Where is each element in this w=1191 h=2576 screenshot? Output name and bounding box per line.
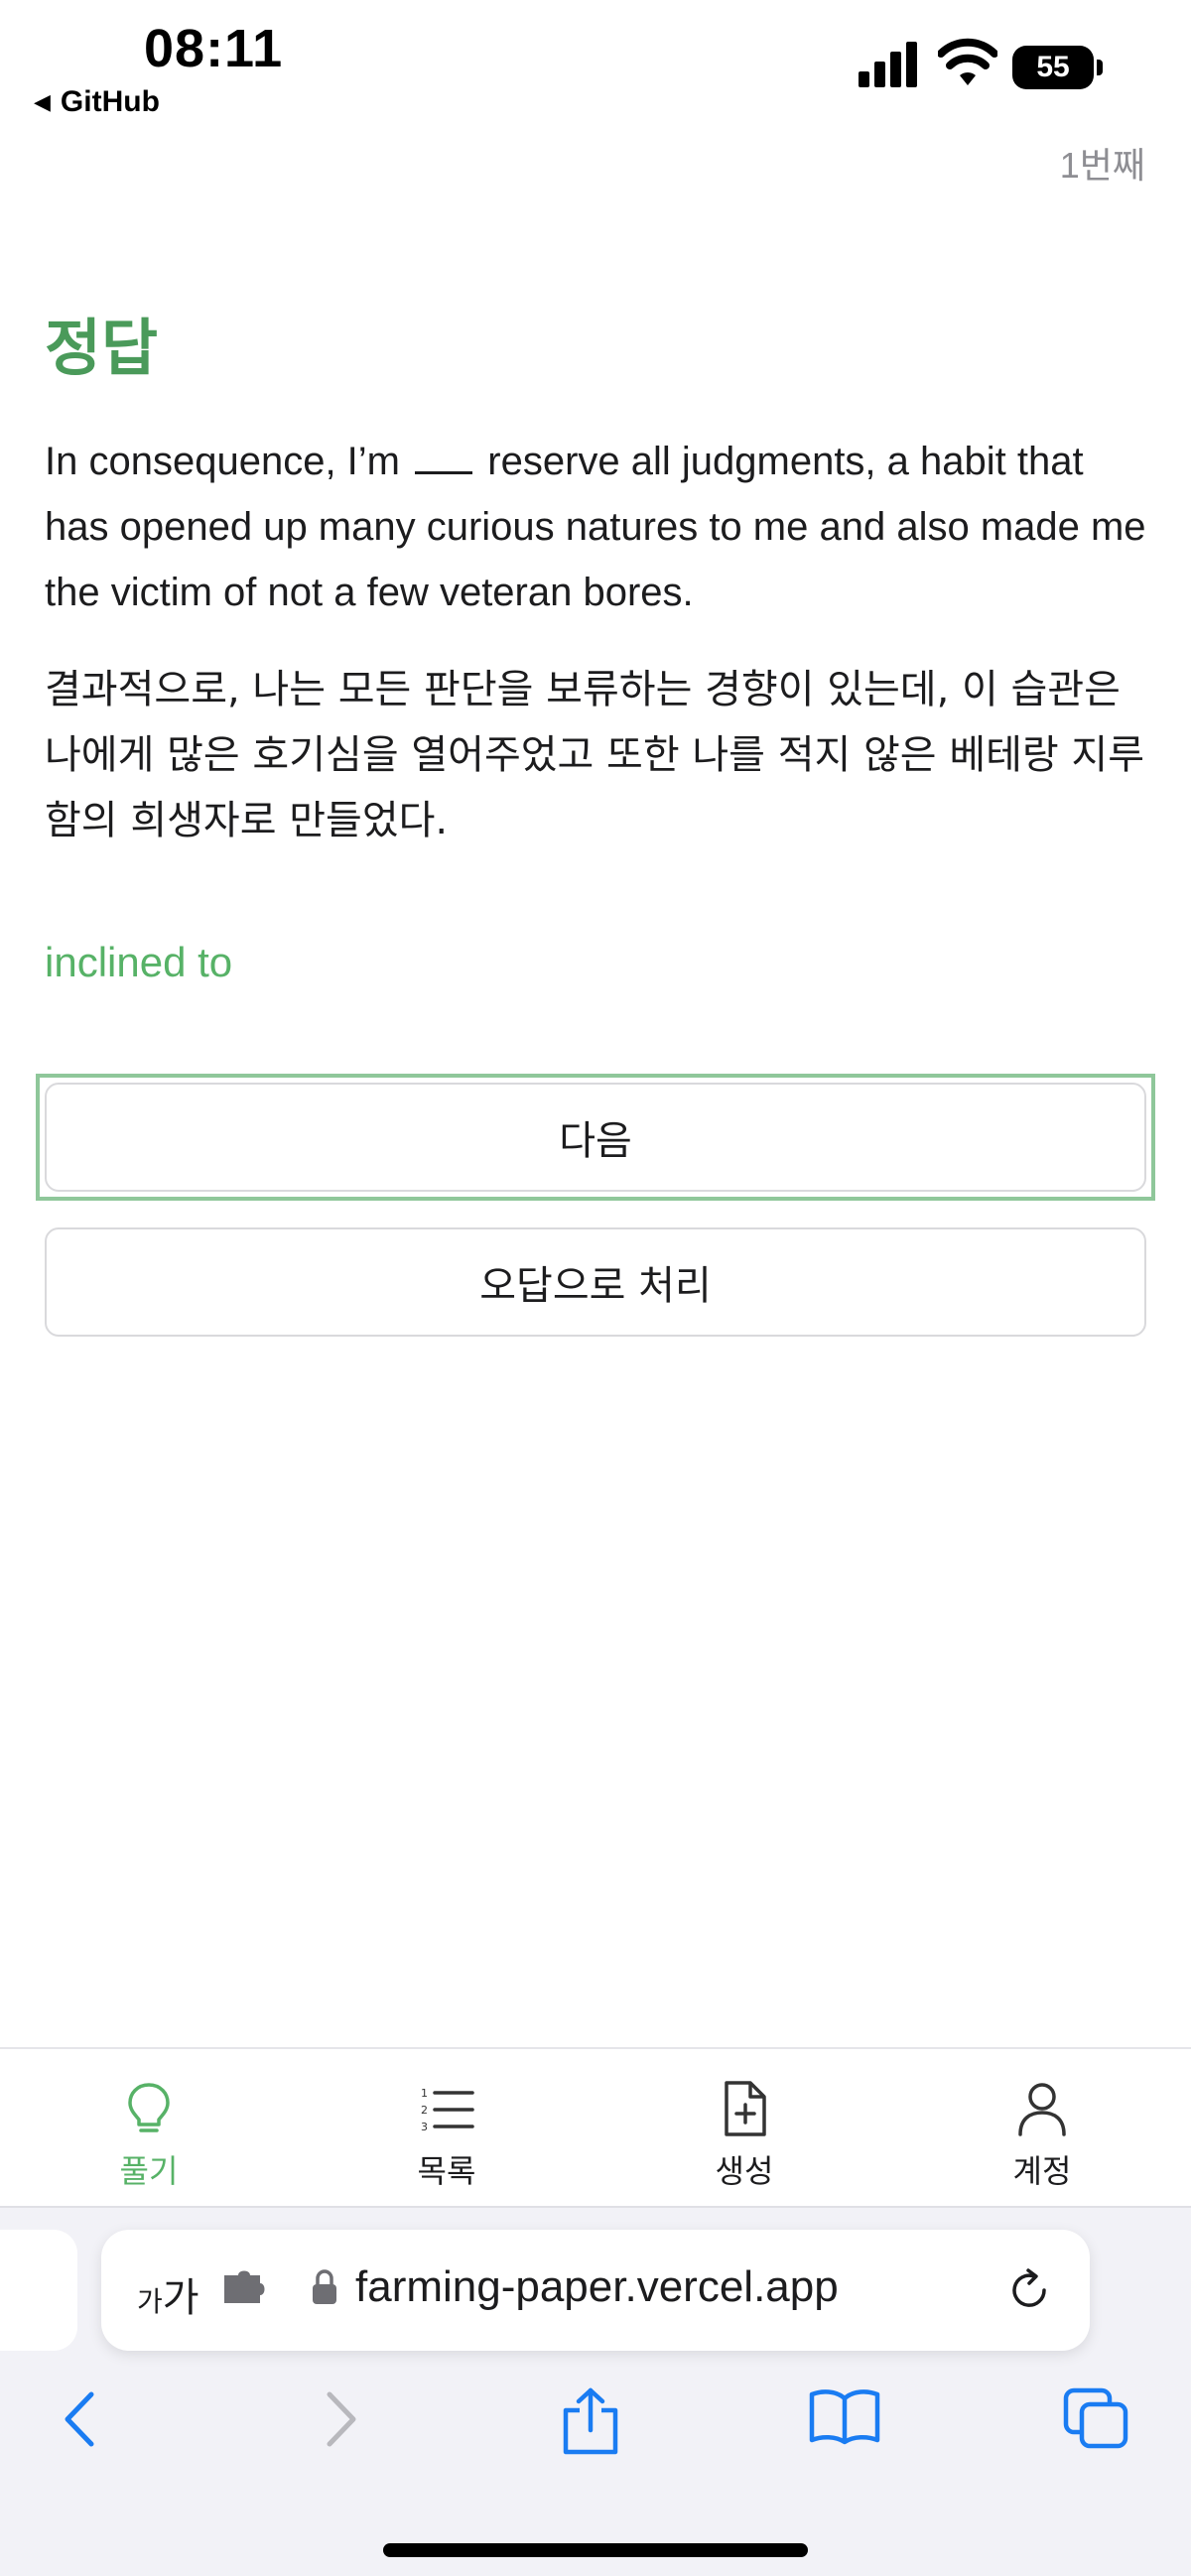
lightbulb-icon bbox=[128, 2083, 170, 2132]
svg-text:3: 3 bbox=[421, 2121, 428, 2133]
translation-text: 결과적으로, 나는 모든 판단을 보류하는 경향이 있는데, 이 습관은 나에게… bbox=[45, 667, 1145, 843]
status-time: 08:11 bbox=[144, 19, 284, 78]
tab-solve[interactable]: 풀기 bbox=[50, 2079, 248, 2192]
tab-account[interactable]: 계정 bbox=[943, 2079, 1141, 2192]
reload-icon[interactable] bbox=[1004, 2265, 1054, 2315]
sentence-before: In consequence, I’m bbox=[45, 440, 400, 483]
tab-label: 생성 bbox=[715, 2152, 774, 2190]
battery-level: 55 bbox=[1012, 46, 1094, 89]
blank-line bbox=[415, 445, 473, 474]
lock-icon bbox=[313, 2269, 336, 2304]
share-icon[interactable] bbox=[558, 2386, 623, 2456]
bookmarks-book-icon[interactable] bbox=[808, 2386, 881, 2446]
status-bar: 08:11 ◀ GitHub 55 bbox=[0, 0, 1191, 134]
back-chevron-icon[interactable] bbox=[56, 2386, 105, 2452]
svg-text:1: 1 bbox=[421, 2087, 428, 2100]
tab-create[interactable]: 생성 bbox=[645, 2079, 844, 2192]
question-sentence: In consequence, I’m reserve all judgment… bbox=[45, 429, 1146, 625]
tab-label: 목록 bbox=[417, 2152, 476, 2190]
forward-chevron-icon[interactable] bbox=[316, 2386, 365, 2452]
file-plus-icon bbox=[725, 2081, 766, 2136]
back-to-app-link[interactable]: ◀ GitHub bbox=[34, 85, 160, 119]
url-text: farming-paper.vercel.app bbox=[355, 2262, 839, 2311]
correct-answer: inclined to bbox=[45, 939, 233, 985]
address-bar[interactable]: 가가 farming-paper.vercel.app bbox=[101, 2230, 1090, 2351]
extension-puzzle-icon[interactable] bbox=[220, 2269, 268, 2309]
user-icon bbox=[1018, 2083, 1066, 2136]
numbered-list-icon: 1 2 3 bbox=[421, 2087, 474, 2133]
quiz-content: 정답 In consequence, I’m reserve all judgm… bbox=[45, 298, 1146, 986]
cellular-signal-icon bbox=[859, 42, 917, 87]
answer-title: 정답 bbox=[45, 315, 159, 383]
home-indicator bbox=[383, 2543, 808, 2557]
question-counter: 1번째 bbox=[1059, 145, 1145, 186]
tabs-overview-icon[interactable] bbox=[1062, 2386, 1131, 2452]
next-button[interactable]: 다음 bbox=[45, 1083, 1146, 1192]
tab-label: 풀기 bbox=[119, 2152, 179, 2190]
safari-toolbar: 가가 farming-paper.vercel.app bbox=[0, 2206, 1191, 2576]
tab-list[interactable]: 1 2 3 목록 bbox=[347, 2079, 546, 2192]
mark-wrong-button[interactable]: 오답으로 처리 bbox=[45, 1227, 1146, 1337]
back-triangle-icon: ◀ bbox=[34, 89, 51, 114]
browser-nav-row bbox=[0, 2377, 1191, 2466]
previous-tab-peek[interactable] bbox=[0, 2230, 77, 2351]
svg-text:2: 2 bbox=[421, 2104, 428, 2117]
back-app-label: GitHub bbox=[60, 85, 160, 118]
text-size-button[interactable]: 가가 bbox=[137, 2265, 199, 2323]
bottom-tab-bar: 풀기 1 2 3 목록 생성 계정 bbox=[0, 2047, 1191, 2206]
wifi-icon bbox=[938, 38, 997, 85]
tab-label: 계정 bbox=[1012, 2152, 1072, 2190]
battery-icon: 55 bbox=[1012, 46, 1104, 89]
